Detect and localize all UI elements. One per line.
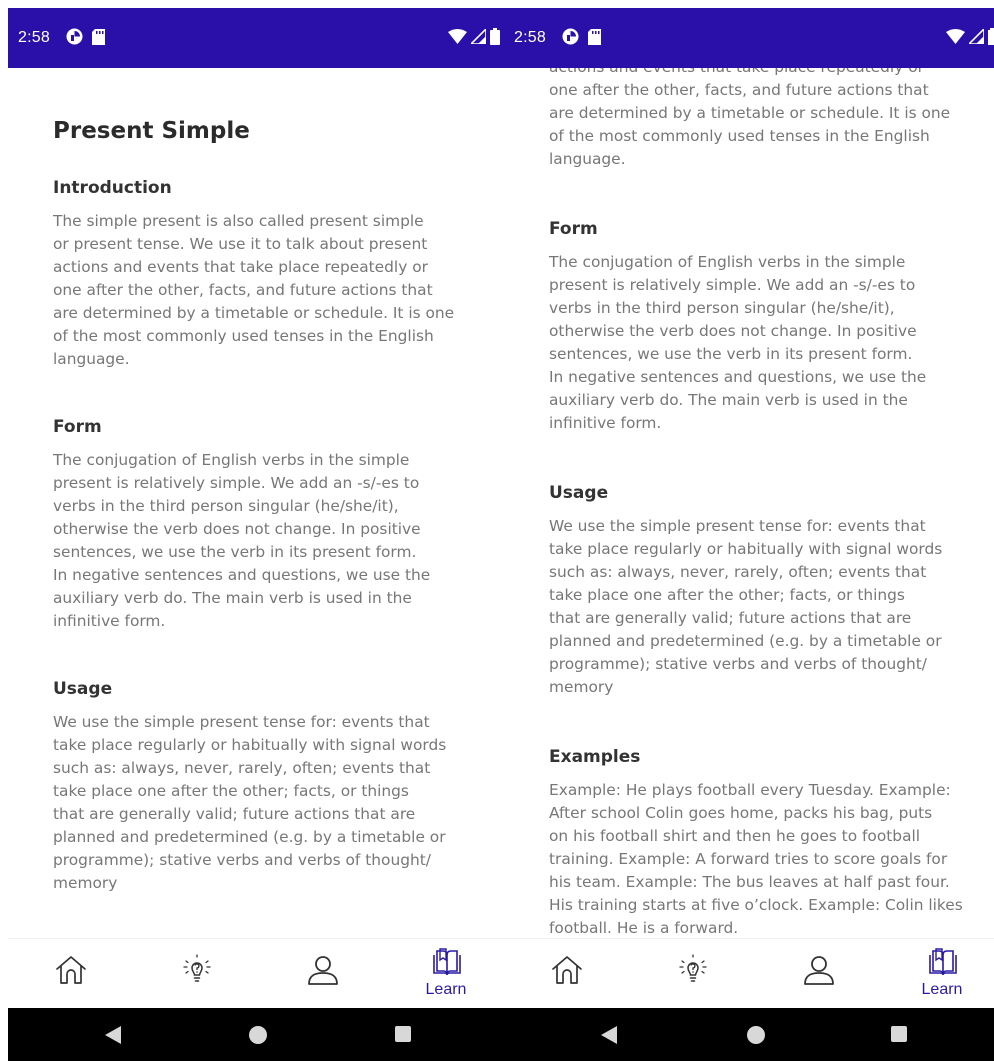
back-icon[interactable] xyxy=(600,1025,618,1045)
section-text: We use the simple present tense for: eve… xyxy=(549,517,943,696)
learn-book-icon xyxy=(433,948,461,976)
learn-book-icon xyxy=(929,948,957,976)
bottom-navigation: Learn xyxy=(8,938,504,1008)
system-navigation-bar xyxy=(8,1008,504,1061)
status-bar: 2:58 xyxy=(504,8,994,68)
section-heading: Introduction xyxy=(53,178,172,198)
nav-tips-button[interactable] xyxy=(156,939,236,1009)
nav-learn-button[interactable]: Learn xyxy=(902,939,982,1009)
nav-learn-button[interactable]: Learn xyxy=(406,939,486,1009)
nav-profile-button[interactable] xyxy=(778,939,858,1009)
battery-icon xyxy=(490,28,500,45)
section-form: Form The conjugation of English verbs in… xyxy=(53,416,473,633)
nav-profile-button[interactable] xyxy=(282,939,362,1009)
article: Present Simple Introduction The simple p… xyxy=(53,116,473,938)
system-navigation-bar xyxy=(504,1008,994,1061)
profile-icon xyxy=(308,956,338,985)
back-icon[interactable] xyxy=(104,1025,122,1045)
sd-card-icon xyxy=(92,28,105,45)
bottom-navigation: Learn xyxy=(504,938,994,1008)
home-circle-icon[interactable] xyxy=(248,1025,268,1045)
section-heading: Form xyxy=(53,417,102,437)
nav-home-button[interactable] xyxy=(30,939,110,1009)
profile-icon xyxy=(804,956,834,985)
phone-screen-left: 2:58 Present Simple Introduction The sim… xyxy=(8,8,504,1061)
nav-home-button[interactable] xyxy=(526,939,606,1009)
cellular-icon xyxy=(969,29,984,44)
status-bar: 2:58 xyxy=(8,8,504,68)
cellular-icon xyxy=(471,29,486,44)
status-time: 2:58 xyxy=(18,29,50,46)
recents-icon[interactable] xyxy=(394,1025,412,1043)
lightbulb-icon xyxy=(183,954,211,982)
lightbulb-icon xyxy=(679,954,707,982)
home-circle-icon[interactable] xyxy=(746,1025,766,1045)
article-scroll-view[interactable]: Present Simple Introduction The simple p… xyxy=(8,68,504,938)
section-form: Form The conjugation of English verbs in… xyxy=(549,218,969,435)
article: actions and events that take place repea… xyxy=(549,68,969,938)
section-heading: Form xyxy=(549,219,598,239)
section-text: actions and events that take place repea… xyxy=(549,68,951,168)
status-time: 2:58 xyxy=(514,29,546,46)
wifi-icon xyxy=(946,29,965,44)
battery-icon xyxy=(988,28,994,45)
article-scroll-view[interactable]: actions and events that take place repea… xyxy=(504,68,994,938)
wifi-icon xyxy=(448,29,467,44)
nav-learn-label: Learn xyxy=(921,981,963,998)
section-text: The simple present is also called presen… xyxy=(53,212,455,368)
nav-learn-label: Learn xyxy=(425,981,467,998)
section-heading: Usage xyxy=(53,679,113,699)
section-text: We use the simple present tense for: eve… xyxy=(53,713,447,892)
section-introduction: Introduction The simple present is also … xyxy=(53,177,473,371)
sync-notification-icon xyxy=(66,28,83,45)
section-text: Example: He plays football every Tuesday… xyxy=(549,781,963,937)
section-text: The conjugation of English verbs in the … xyxy=(549,253,927,432)
home-icon xyxy=(56,956,86,984)
sd-card-icon xyxy=(588,28,601,45)
section-introduction-tail: actions and events that take place repea… xyxy=(549,68,969,171)
section-heading: Examples xyxy=(549,747,641,767)
section-examples: Examples Example: He plays football ever… xyxy=(549,746,969,938)
recents-icon[interactable] xyxy=(890,1025,908,1043)
screenshot-canvas: 2:58 Present Simple Introduction The sim… xyxy=(0,0,994,1061)
section-heading: Usage xyxy=(549,483,609,503)
section-text: The conjugation of English verbs in the … xyxy=(53,451,431,630)
sync-notification-icon xyxy=(562,28,579,45)
home-icon xyxy=(552,956,582,984)
section-usage: Usage We use the simple present tense fo… xyxy=(549,482,969,699)
section-usage: Usage We use the simple present tense fo… xyxy=(53,678,473,895)
page-title: Present Simple xyxy=(53,118,250,144)
phone-screen-right: 2:58 one after the other, facts, and fut… xyxy=(504,8,994,1061)
nav-tips-button[interactable] xyxy=(652,939,732,1009)
